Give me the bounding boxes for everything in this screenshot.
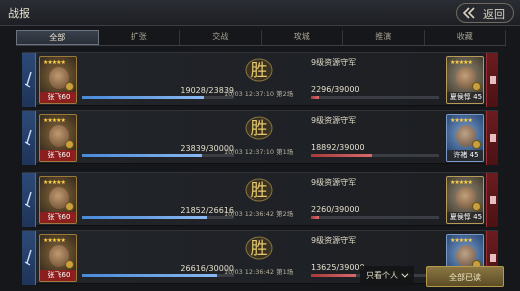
attacker-troop-bar <box>82 154 234 157</box>
star-rating-icon: ★★★★★ <box>450 59 473 66</box>
back-arrow-icon <box>462 7 475 19</box>
defender-troops: 13625/39000 <box>311 263 365 272</box>
battle-time: 10/03 12:36:42 第2场 <box>224 210 294 218</box>
defense-marker <box>486 53 498 107</box>
troop-type-icon <box>472 82 481 91</box>
defender-troops: 18892/39000 <box>311 143 365 152</box>
defender-title: 9级资源守军 <box>311 178 357 187</box>
defender-troops: 2260/39000 <box>311 205 360 214</box>
defender-name: 夏侯惇 45 <box>447 92 483 103</box>
attacker-troops: 26616/30000 <box>180 264 234 273</box>
attacker-portrait[interactable]: ★★★★★ 张飞60 <box>39 56 77 104</box>
attack-marker <box>22 231 36 285</box>
tab-expand[interactable]: 扩张 <box>99 30 180 45</box>
svg-text:胜: 胜 <box>251 119 268 139</box>
defender-name: 许褚 45 <box>447 150 483 161</box>
defender-title: 9级资源守军 <box>311 116 357 125</box>
back-button[interactable]: 返回 <box>456 3 514 23</box>
attacker-troops: 21852/26616 <box>180 206 234 215</box>
defender-troop-bar <box>311 154 439 157</box>
battle-time: 10/03 12:37:10 第2场 <box>224 90 294 98</box>
defender-troops: 2296/39000 <box>311 85 360 94</box>
victory-icon: 胜 <box>245 116 273 140</box>
tab-simulate[interactable]: 推演 <box>343 30 425 45</box>
attacker-troops: 23839/30000 <box>180 144 234 153</box>
defender-portrait[interactable]: ★★★★★ 夏侯惇 45 <box>446 56 484 104</box>
tab-all[interactable]: 全部 <box>16 30 99 45</box>
attacker-portrait[interactable]: ★★★★★ 张飞60 <box>39 114 77 162</box>
defender-portrait[interactable]: ★★★★★ 夏侯惇 45 <box>446 176 484 224</box>
star-rating-icon: ★★★★★ <box>450 179 473 186</box>
star-rating-icon: ★★★★★ <box>43 59 66 66</box>
battle-report-row[interactable]: ★★★★★ 张飞60 21852/26616 胜 10/03 12:36:42 … <box>22 172 498 227</box>
sword-icon <box>25 249 32 266</box>
victory-icon: 胜 <box>245 178 273 202</box>
attacker-portrait[interactable]: ★★★★★ 张飞60 <box>39 234 77 282</box>
troop-type-icon <box>65 202 74 211</box>
tab-bar: 全部 扩张 交战 攻城 推演 收藏 <box>16 30 506 46</box>
sword-icon <box>25 191 32 208</box>
flag-icon <box>490 76 496 84</box>
flag-icon <box>490 196 496 204</box>
attacker-name: 张飞60 <box>40 150 76 161</box>
attacker-name: 张飞60 <box>40 92 76 103</box>
filter-dropdown[interactable]: 只看个人 <box>360 266 414 286</box>
page-title: 战报 <box>8 7 30 20</box>
attack-marker <box>22 111 36 165</box>
sword-icon <box>25 71 32 88</box>
flag-icon <box>490 134 496 142</box>
svg-text:胜: 胜 <box>251 181 268 201</box>
defense-marker <box>486 173 498 227</box>
attacker-troop-bar <box>82 274 234 277</box>
attacker-troop-bar <box>82 96 234 99</box>
troop-type-icon <box>65 140 74 149</box>
tab-siege[interactable]: 攻城 <box>262 30 343 45</box>
svg-text:胜: 胜 <box>251 61 268 81</box>
mark-all-read-button[interactable]: 全部已读 <box>426 266 504 287</box>
chevron-down-icon <box>401 270 409 278</box>
tab-favorites[interactable]: 收藏 <box>425 30 506 45</box>
attacker-name: 张飞60 <box>40 270 76 281</box>
battle-report-row[interactable]: ★★★★★ 张飞60 19028/23839 胜 10/03 12:37:10 … <box>22 52 498 107</box>
victory-icon: 胜 <box>245 236 273 260</box>
defender-troop-bar <box>311 216 439 219</box>
battle-time: 10/03 12:36:42 第1场 <box>224 268 294 276</box>
filter-label: 只看个人 <box>366 271 398 280</box>
defense-marker <box>486 111 498 165</box>
defender-troop-bar <box>311 96 439 99</box>
battle-report-row[interactable]: ★★★★★ 张飞60 23839/30000 胜 10/03 12:37:10 … <box>22 110 498 165</box>
star-rating-icon: ★★★★★ <box>450 117 473 124</box>
attack-marker <box>22 173 36 227</box>
troop-type-icon <box>472 202 481 211</box>
troop-type-icon <box>65 82 74 91</box>
attacker-troops: 19028/23839 <box>180 86 234 95</box>
defender-title: 9级资源守军 <box>311 236 357 245</box>
defender-name: 夏侯惇 45 <box>447 212 483 223</box>
troop-type-icon <box>65 260 74 269</box>
top-bar: 战报 返回 <box>0 0 520 26</box>
attacker-troop-bar <box>82 216 234 219</box>
star-rating-icon: ★★★★★ <box>43 237 66 244</box>
star-rating-icon: ★★★★★ <box>43 179 66 186</box>
tab-battle[interactable]: 交战 <box>180 30 262 45</box>
star-rating-icon: ★★★★★ <box>450 237 473 244</box>
troop-type-icon <box>472 140 481 149</box>
report-list: ★★★★★ 张飞60 19028/23839 胜 10/03 12:37:10 … <box>0 48 520 291</box>
star-rating-icon: ★★★★★ <box>43 117 66 124</box>
attacker-portrait[interactable]: ★★★★★ 张飞60 <box>39 176 77 224</box>
victory-icon: 胜 <box>245 58 273 82</box>
attack-marker <box>22 53 36 107</box>
attacker-name: 张飞60 <box>40 212 76 223</box>
defender-portrait[interactable]: ★★★★★ 许褚 45 <box>446 114 484 162</box>
defender-title: 9级资源守军 <box>311 58 357 67</box>
sword-icon <box>25 129 32 146</box>
flag-icon <box>490 254 496 262</box>
svg-text:胜: 胜 <box>251 239 268 259</box>
back-label: 返回 <box>483 8 505 21</box>
battle-time: 10/03 12:37:10 第1场 <box>224 148 294 156</box>
